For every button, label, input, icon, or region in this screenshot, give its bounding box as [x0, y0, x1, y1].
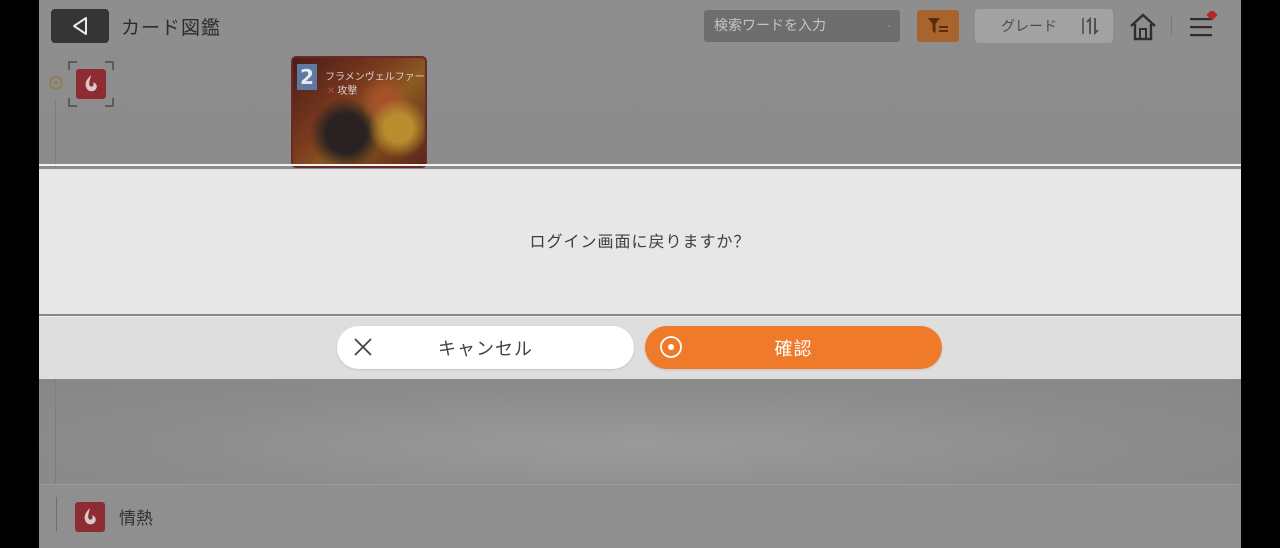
background-floor — [39, 380, 1241, 490]
confirm-label: 確認 — [774, 338, 813, 360]
dialog-top-border — [39, 164, 1241, 166]
grade-label: グレード — [1001, 19, 1057, 35]
grade-sort-button[interactable]: グレード — [975, 9, 1113, 43]
close-icon — [354, 338, 372, 356]
page-title: カード図鑑 — [121, 17, 222, 39]
card-thumbnail[interactable]: 2 フラメンヴェルファー ✕ 攻撃 — [291, 56, 427, 168]
attribute-label: 情熱 — [119, 509, 153, 529]
confirm-circle-icon — [660, 336, 682, 358]
attribute-selector[interactable] — [68, 61, 114, 107]
sort-icon[interactable] — [1081, 16, 1103, 36]
cancel-button[interactable]: キャンセル — [337, 326, 634, 369]
passion-attribute-icon — [76, 69, 106, 99]
card-grade: 2 — [297, 64, 317, 90]
bottom-attribute-bar: 情熱 — [39, 484, 1241, 548]
card-type: ✕ 攻撃 — [327, 82, 357, 97]
filter-icon — [928, 18, 948, 33]
app-screen: カード図鑑 グレード — [39, 0, 1241, 548]
dialog-footer: キャンセル 確認 — [39, 316, 1241, 379]
back-arrow-icon — [73, 17, 87, 35]
menu-icon — [1190, 9, 1218, 37]
passion-attribute-icon — [75, 501, 105, 532]
menu-button[interactable] — [1187, 9, 1219, 43]
filter-button[interactable] — [917, 10, 959, 42]
confirm-button[interactable]: 確認 — [645, 326, 942, 369]
header-separator — [1171, 16, 1172, 36]
search-input[interactable] — [714, 18, 888, 34]
home-button[interactable] — [1127, 11, 1159, 43]
dialog-message: ログイン画面に戻りますか？ — [529, 231, 751, 251]
bottom-divider — [56, 497, 57, 531]
attack-icon: ✕ — [327, 86, 336, 97]
card-type-label: 攻撃 — [337, 86, 358, 97]
confirm-dialog: ログイン画面に戻りますか？ — [39, 169, 1241, 314]
search-icon[interactable] — [888, 17, 890, 35]
card-name: フラメンヴェルファー — [325, 72, 425, 83]
back-button[interactable] — [51, 9, 109, 43]
search-box[interactable] — [704, 10, 900, 42]
cancel-label: キャンセル — [438, 338, 533, 360]
home-icon — [1130, 13, 1156, 41]
timeline-marker — [49, 76, 63, 90]
